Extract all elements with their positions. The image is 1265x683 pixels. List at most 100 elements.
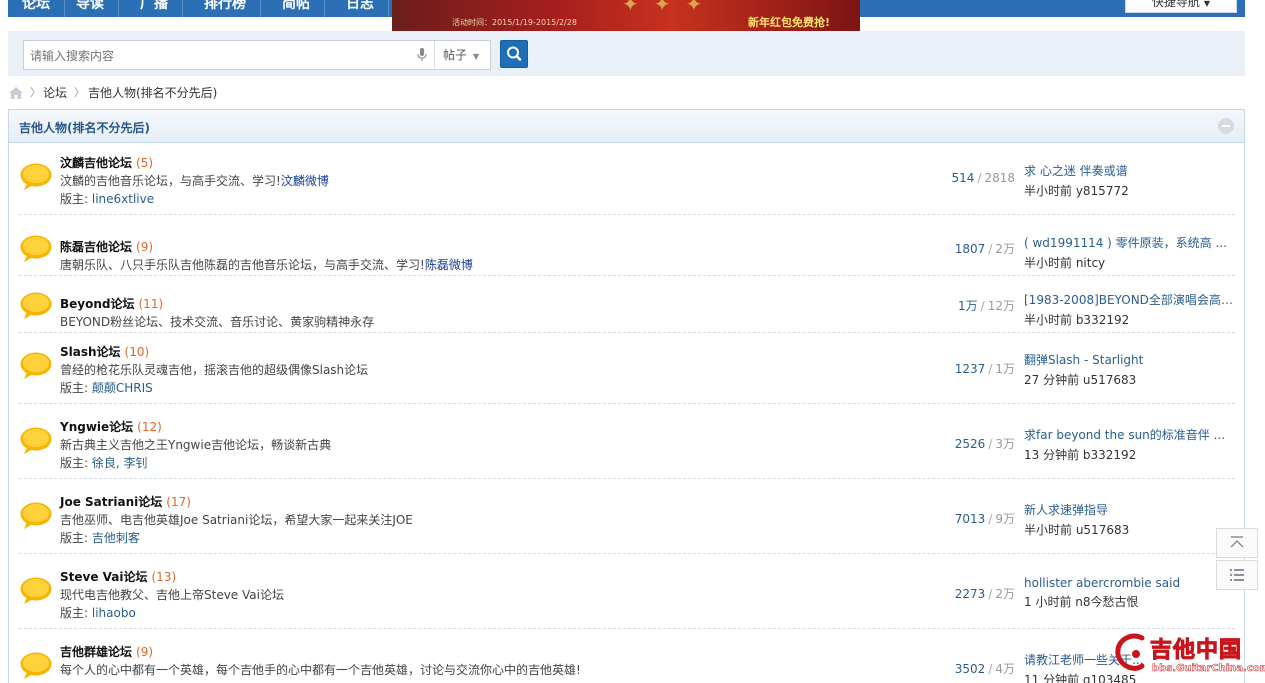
last-post-title-link[interactable]: 求far beyond the sun的标准音伴 ... <box>1024 426 1236 443</box>
forum-name-wrap: Steve Vai论坛 (13) <box>60 568 176 585</box>
forum-row: 吉他群雄论坛 (9) 每个人的心中都有一个英雄，每个吉他手的心中都有一个吉他英雄，讨… <box>19 633 1235 683</box>
forum-today-count: (17) <box>166 495 191 509</box>
moderator-label: 版主: <box>60 381 89 395</box>
panel-title[interactable]: 吉他人物(排名不分先后) <box>19 119 150 136</box>
nav-item-forum[interactable]: 论坛 <box>8 0 65 17</box>
last-post: 翻弹Slash - Starlight 27 分钟前 u517683 <box>1024 351 1236 388</box>
forum-description: 每个人的心中都有一个英雄，每个吉他手的心中都有一个吉他英雄，讨论与交流你心中的吉… <box>60 663 581 677</box>
forum-today-count: (13) <box>151 570 177 584</box>
forum-name-link[interactable]: Joe Satriani论坛 <box>60 495 162 509</box>
quick-nav-button[interactable]: 快捷导航 ▼ <box>1125 0 1237 13</box>
forum-name-link[interactable]: Yngwie论坛 <box>60 420 133 434</box>
last-post: 新人求速弹指导 半小时前 u517683 <box>1024 501 1236 538</box>
stats-separator: / <box>980 299 985 313</box>
search-type-label: 帖子 <box>443 48 468 62</box>
home-icon[interactable] <box>8 86 24 100</box>
forum-name-wrap: 吉他群雄论坛 (9) <box>60 643 153 660</box>
search-input[interactable] <box>30 47 410 65</box>
forum-row: Beyond论坛 (11) BEYOND粉丝论坛、技术交流、音乐讨论、黄家驹精神永存… <box>19 276 1236 333</box>
banner-slogan: 新年红包免费抢! <box>748 16 831 29</box>
nav-item-broadcast[interactable]: 广播 <box>126 0 183 17</box>
forum-name-link[interactable]: 陈磊吉他论坛 <box>60 240 132 254</box>
last-post-title-link[interactable]: ( wd1991114 ) 零件原装，系统高 ... <box>1024 234 1236 251</box>
forum-description: BEYOND粉丝论坛、技术交流、音乐讨论、黄家驹精神永存 <box>60 315 375 329</box>
nav-item-ranking[interactable]: 排行榜 <box>190 0 261 17</box>
moderator-link[interactable]: 徐良, 李钊 <box>92 456 148 470</box>
forum-name-link[interactable]: 吉他群雄论坛 <box>60 645 132 659</box>
microphone-icon[interactable] <box>416 48 428 64</box>
forum-name-wrap: 汶麟吉他论坛 (5) <box>60 154 153 171</box>
forum-description: 曾经的枪花乐队灵魂吉他，摇滚吉他的超级偶像Slash论坛 <box>60 363 369 377</box>
last-post-title-link[interactable]: [1983-2008]BEYOND全部演唱会高 ... <box>1024 291 1236 308</box>
forum-stats: 3502/4万 <box>875 660 1015 677</box>
collapse-icon[interactable] <box>1218 118 1234 134</box>
banner-date: 活动时间：2015/1/19-2015/2/28 <box>452 18 577 27</box>
forum-description: 现代电吉他教父、吉他上帝Steve Vai论坛 <box>60 588 284 602</box>
nav-item-short-posts[interactable]: 简帖 <box>268 0 325 17</box>
moderator-label: 版主: <box>60 531 89 545</box>
forum-description-wrap: 曾经的枪花乐队灵魂吉他，摇滚吉他的超级偶像Slash论坛 <box>60 361 368 378</box>
forum-weibo-link[interactable]: 陈磊微博 <box>425 258 473 272</box>
banner-decoration: ✦ ✦ ✦ <box>622 0 707 16</box>
post-count: 1万 <box>995 362 1015 376</box>
forum-name-link[interactable]: Beyond论坛 <box>60 297 135 311</box>
last-post-meta: 半小时前 y815772 <box>1024 184 1129 198</box>
chevron-down-icon: ▼ <box>473 52 480 61</box>
moderator-link[interactable]: line6xtlive <box>92 192 154 206</box>
moderator-link[interactable]: 吉他刺客 <box>92 531 140 545</box>
forum-bubble-icon <box>19 351 53 384</box>
promo-banner[interactable]: ✦ ✦ ✦ 活动时间：2015/1/19-2015/2/28 新年红包免费抢! <box>392 0 860 31</box>
search-icon <box>507 46 522 61</box>
last-post-meta: 27 分钟前 u517683 <box>1024 373 1137 387</box>
forum-name-link[interactable]: Steve Vai论坛 <box>60 570 148 584</box>
search-button[interactable] <box>500 40 528 68</box>
nav-item-blog[interactable]: 日志 <box>332 0 389 17</box>
forum-description: 唐朝乐队、八只手乐队吉他陈磊的吉他音乐论坛，与高手交流、学习! <box>60 258 425 272</box>
last-post-title-link[interactable]: 翻弹Slash - Starlight <box>1024 351 1236 368</box>
back-to-top-button[interactable] <box>1216 528 1258 558</box>
forum-moderators: 版主: line6xtlive <box>60 190 154 207</box>
forum-name-link[interactable]: 汶麟吉他论坛 <box>60 156 132 170</box>
forum-weibo-link[interactable]: 汶麟微博 <box>281 174 329 188</box>
stats-separator: / <box>988 362 993 376</box>
last-post-title-link[interactable]: hollister abercrombie said <box>1024 576 1236 590</box>
forum-row: Yngwie论坛 (12) 新古典主义吉他之王Yngwie吉他论坛，畅谈新古典 版主:… <box>19 408 1235 479</box>
nav-item-guide[interactable]: 导读 <box>62 0 119 17</box>
last-post-title-link[interactable]: 新人求速弹指导 <box>1024 501 1236 518</box>
moderator-label: 版主: <box>60 606 89 620</box>
forum-stats: 2273/2万 <box>875 585 1015 602</box>
forum-stats: 1万/12万 <box>875 297 1015 314</box>
last-post-meta: 半小时前 nitcy <box>1024 256 1106 270</box>
forum-name-wrap: Slash论坛 (10) <box>60 343 149 360</box>
forum-moderators: 版主: 徐良, 李钊 <box>60 454 148 471</box>
moderator-link[interactable]: 颠颠CHRIS <box>92 381 153 395</box>
forum-row: 汶麟吉他论坛 (5) 汶麟的吉他音乐论坛，与高手交流、学习!汶麟微博版主: line… <box>19 144 1235 215</box>
breadcrumb-current: 吉他人物(排名不分先后) <box>88 86 218 100</box>
forum-description: 汶麟的吉他音乐论坛，与高手交流、学习! <box>60 174 281 188</box>
site-watermark: 吉他中国 bbs.GuitarChina.com <box>1110 630 1265 683</box>
forum-row: Joe Satriani论坛 (17) 吉他巫师、电吉他英雄Joe Satriani… <box>19 483 1235 554</box>
moderator-link[interactable]: lihaobo <box>92 606 136 620</box>
last-post-title-link[interactable]: 求 心之迷 伴奏或谱 <box>1024 162 1236 179</box>
breadcrumb-forum-link[interactable]: 论坛 <box>43 84 67 102</box>
chevron-down-icon: ▼ <box>1203 0 1211 8</box>
moderator-label: 版主: <box>60 456 89 470</box>
forum-today-count: (9) <box>136 240 154 254</box>
stats-separator: / <box>988 587 993 601</box>
quick-nav-label: 快捷导航 <box>1151 0 1200 9</box>
last-post-meta: 1 小时前 n8今愁古恨 <box>1024 595 1139 609</box>
last-post-meta: 半小时前 b332192 <box>1024 313 1130 327</box>
search-type-select[interactable]: 帖子 ▼ <box>434 41 492 69</box>
forum-description: 新古典主义吉他之王Yngwie吉他论坛，畅谈新古典 <box>60 438 332 452</box>
forum-name-wrap: Beyond论坛 (11) <box>60 295 163 312</box>
forum-stats: 1237/1万 <box>875 360 1015 377</box>
post-count: 12万 <box>987 299 1015 313</box>
forum-name-link[interactable]: Slash论坛 <box>60 345 121 359</box>
stats-separator: / <box>977 171 982 185</box>
list-view-button[interactable] <box>1216 560 1258 590</box>
post-count: 9万 <box>995 512 1015 526</box>
forum-bubble-icon <box>19 651 53 683</box>
post-count: 2818 <box>984 171 1015 185</box>
forum-stats: 1807/2万 <box>875 240 1015 257</box>
forum-description-wrap: 新古典主义吉他之王Yngwie吉他论坛，畅谈新古典 <box>60 436 331 453</box>
